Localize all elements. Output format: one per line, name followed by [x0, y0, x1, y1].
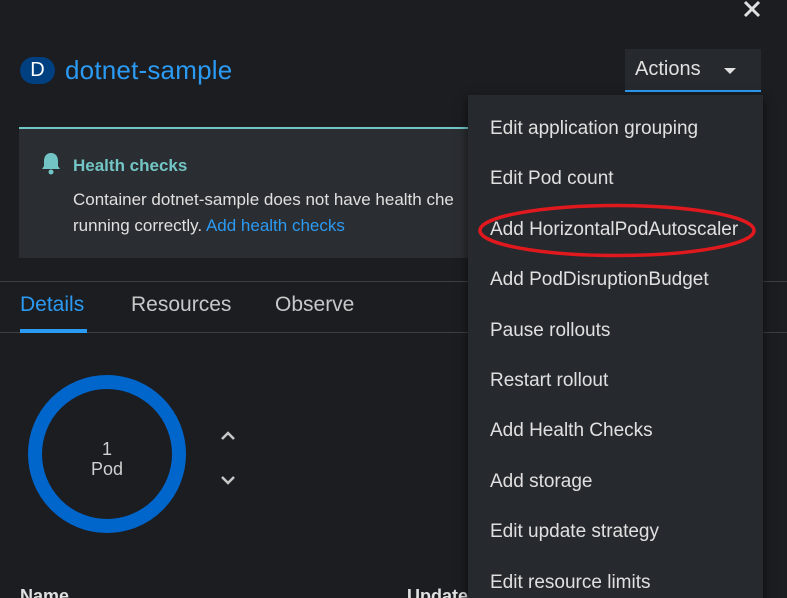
column-header-name: Name — [20, 586, 70, 598]
alert-title: Health checks — [73, 156, 188, 175]
close-icon[interactable] — [741, 0, 763, 20]
actions-label: Actions — [635, 58, 701, 80]
resource-type-badge: D — [20, 57, 55, 84]
side-panel: D dotnet-sample Actions Health checks Co… — [0, 0, 787, 598]
menu-item-edit-application-grouping[interactable]: Edit application grouping — [468, 104, 763, 154]
caret-down-icon — [724, 68, 736, 74]
menu-item-restart-rollout[interactable]: Restart rollout — [468, 356, 763, 406]
menu-item-add-poddisruptionbudget[interactable]: Add PodDisruptionBudget — [468, 255, 763, 305]
menu-item-add-storage[interactable]: Add storage — [468, 457, 763, 507]
add-health-checks-link[interactable]: Add health checks — [206, 216, 345, 235]
actions-dropdown-button[interactable]: Actions — [625, 49, 761, 92]
health-checks-alert: Health checks Container dotnet-sample do… — [19, 127, 499, 258]
tab-resources[interactable]: Resources — [131, 293, 231, 317]
bell-icon — [42, 153, 60, 175]
actions-menu: Edit application grouping Edit Pod count… — [468, 95, 763, 598]
active-tab-indicator — [20, 329, 87, 333]
resource-title[interactable]: dotnet-sample — [65, 55, 232, 86]
chevron-up-icon[interactable] — [219, 430, 237, 442]
column-header-updated: Update — [407, 586, 469, 598]
resource-header: D dotnet-sample — [20, 55, 232, 86]
pod-count: 1 — [101, 439, 112, 459]
menu-item-pause-rollouts[interactable]: Pause rollouts — [468, 306, 763, 356]
menu-item-edit-resource-limits[interactable]: Edit resource limits — [468, 558, 763, 598]
alert-body-line2: running correctly. — [73, 216, 203, 235]
alert-body-line1: Container dotnet-sample does not have he… — [73, 190, 454, 209]
alert-body: Container dotnet-sample does not have he… — [73, 187, 493, 239]
tab-details[interactable]: Details — [20, 293, 84, 317]
tab-observe[interactable]: Observe — [275, 293, 354, 317]
chevron-down-icon[interactable] — [219, 474, 237, 486]
menu-item-edit-pod-count[interactable]: Edit Pod count — [468, 154, 763, 204]
menu-item-add-health-checks[interactable]: Add Health Checks — [468, 406, 763, 456]
menu-item-add-horizontalpodautoscaler[interactable]: Add HorizontalPodAutoscaler — [468, 205, 763, 255]
pod-label: Pod — [90, 459, 124, 479]
menu-item-edit-update-strategy[interactable]: Edit update strategy — [468, 507, 763, 557]
